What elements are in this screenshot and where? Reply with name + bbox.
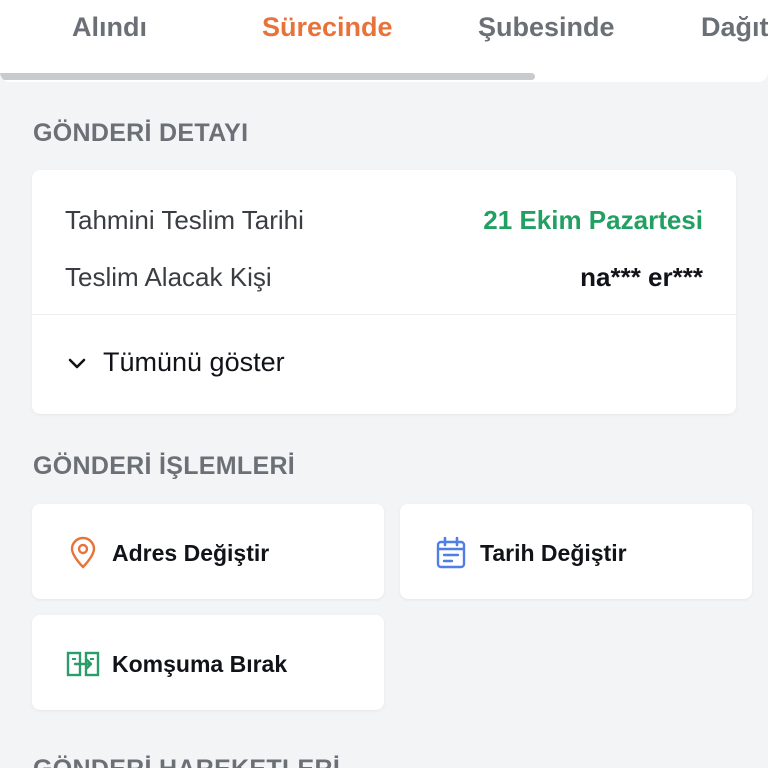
- leave-with-neighbor-button[interactable]: Komşuma Bırak: [32, 615, 384, 710]
- status-progress-fill: [0, 73, 536, 80]
- recipient-value: na*** er***: [580, 262, 703, 292]
- tab-in-process[interactable]: Sürecinde: [262, 12, 393, 43]
- estimated-delivery-value: 21 Ekim Pazartesi: [483, 205, 703, 235]
- location-pin-icon: [70, 536, 96, 569]
- show-all-button[interactable]: Tümünü göster: [65, 347, 285, 378]
- change-address-label: Adres Değiştir: [112, 540, 270, 566]
- show-all-label: Tümünü göster: [103, 347, 285, 377]
- recipient-label: Teslim Alacak Kişi: [65, 262, 272, 292]
- leave-with-neighbor-label: Komşuma Bırak: [112, 651, 288, 677]
- status-progress-bar: [0, 73, 768, 80]
- shipment-actions-title: GÖNDERİ İŞLEMLERİ: [33, 452, 296, 480]
- tab-received[interactable]: Alındı: [72, 12, 147, 43]
- status-tabs: Alındı Sürecinde Şubesinde Dağıt: [0, 0, 768, 82]
- shipment-movements-title: GÖNDERİ HAREKETLERİ: [33, 755, 340, 768]
- change-date-button[interactable]: Tarih Değiştir: [400, 504, 752, 599]
- estimated-delivery-label: Tahmini Teslim Tarihi: [65, 205, 304, 235]
- tab-distribution[interactable]: Dağıt: [701, 12, 768, 43]
- calendar-icon: [436, 536, 466, 569]
- card-divider: [32, 314, 736, 315]
- shipment-detail-card: Tahmini Teslim Tarihi 21 Ekim Pazartesi …: [32, 170, 736, 414]
- change-address-button[interactable]: Adres Değiştir: [32, 504, 384, 599]
- neighbor-transfer-icon: [66, 651, 100, 677]
- tab-at-branch[interactable]: Şubesinde: [478, 12, 615, 43]
- chevron-down-icon: [68, 358, 86, 368]
- shipment-detail-title: GÖNDERİ DETAYI: [33, 119, 249, 147]
- change-date-label: Tarih Değiştir: [480, 540, 627, 566]
